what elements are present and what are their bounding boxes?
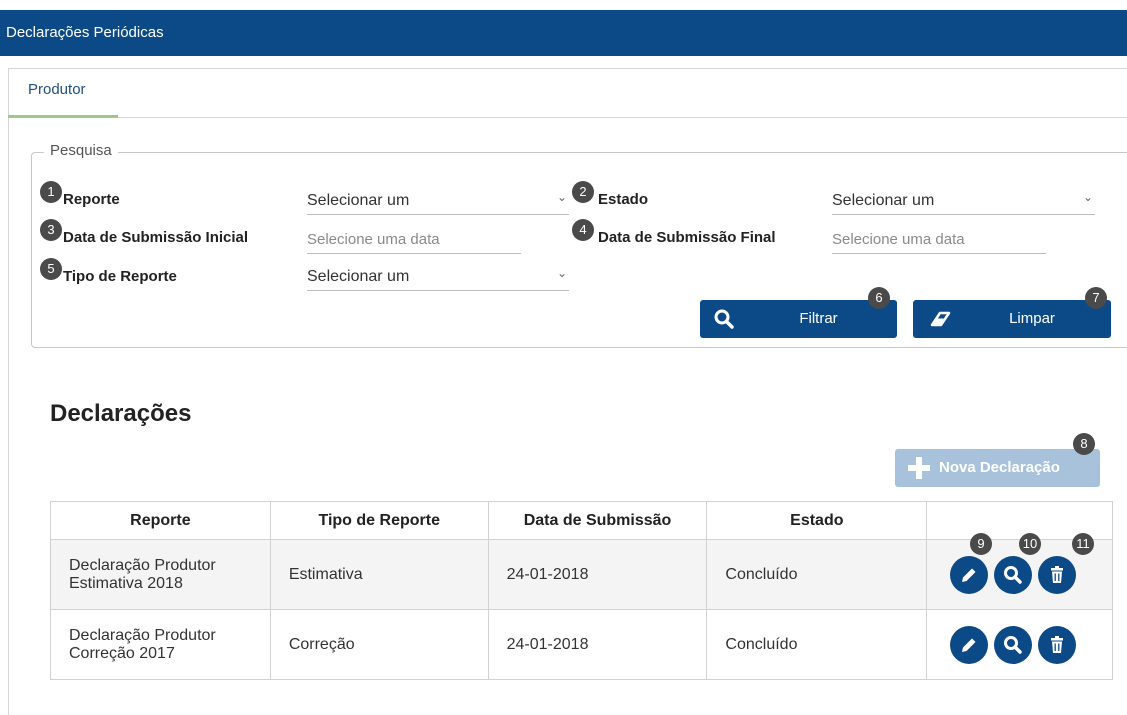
tab-divider [118, 117, 1127, 118]
table-row: Declaração Produtor Estimativa 2018 Esti… [50, 539, 1113, 610]
tipo-reporte-label: Tipo de Reporte [63, 268, 177, 285]
clear-button-label: Limpar [1009, 310, 1055, 327]
cell-reporte: Declaração Produtor Correção 2017 [50, 609, 271, 680]
edit-button[interactable] [950, 556, 989, 594]
tab-produtor[interactable]: Produtor [8, 68, 118, 118]
marker-6: 6 [868, 287, 890, 309]
data-final-label: Data de Submissão Final [598, 229, 776, 246]
declarations-title: Declarações [50, 400, 192, 427]
tipo-reporte-select-value: Selecionar um [307, 268, 410, 285]
declarations-table: Reporte Tipo de Reporte Data de Submissã… [50, 501, 1113, 680]
marker-11: 11 [1072, 533, 1094, 555]
cell-estado: Concluído [706, 539, 928, 610]
cell-estado: Concluído [706, 609, 928, 680]
cell-reporte-line1: Declaração Produtor [69, 626, 216, 644]
window-title: Declarações Periódicas [6, 24, 164, 41]
data-final-input[interactable]: Selecione uma data [832, 226, 1046, 254]
cell-actions [926, 609, 1113, 680]
marker-9: 9 [970, 533, 992, 555]
column-header-reporte[interactable]: Reporte [50, 501, 271, 540]
cell-reporte-line1: Declaração Produtor [69, 556, 216, 574]
delete-button[interactable] [1038, 626, 1077, 664]
cell-reporte: Declaração Produtor Estimativa 2018 [50, 539, 271, 610]
reporte-select-value: Selecionar um [307, 192, 410, 209]
edit-button[interactable] [950, 626, 989, 664]
estado-label: Estado [598, 191, 649, 208]
tipo-reporte-select[interactable]: Selecionar um ⌄ [307, 263, 569, 291]
data-final-placeholder: Selecione uma data [832, 231, 965, 248]
marker-4: 4 [572, 219, 594, 241]
marker-5: 5 [40, 258, 62, 280]
column-header-tipo[interactable]: Tipo de Reporte [269, 501, 489, 540]
data-inicial-placeholder: Selecione uma data [307, 231, 440, 248]
search-legend: Pesquisa [44, 142, 118, 159]
column-header-estado[interactable]: Estado [706, 501, 928, 540]
view-button[interactable] [994, 556, 1033, 594]
new-declaration-label: Nova Declaração [939, 459, 1060, 476]
cell-data: 24-01-2018 [487, 539, 708, 610]
view-button[interactable] [994, 626, 1033, 664]
app-header: Declarações Periódicas [0, 10, 1127, 56]
cell-tipo: Correção [269, 609, 489, 680]
data-inicial-input[interactable]: Selecione uma data [307, 226, 521, 254]
estado-select-value: Selecionar um [832, 192, 935, 209]
cell-data: 24-01-2018 [487, 609, 708, 680]
column-header-data[interactable]: Data de Submissão [487, 501, 708, 540]
chevron-down-icon: ⌄ [1082, 190, 1093, 204]
cell-reporte-line2: Correção 2017 [69, 644, 175, 662]
marker-8: 8 [1073, 433, 1095, 455]
filter-button[interactable]: Filtrar [700, 300, 897, 338]
chevron-down-icon: ⌄ [556, 266, 567, 280]
reporte-label: Reporte [63, 191, 120, 208]
estado-select[interactable]: Selecionar um ⌄ [832, 187, 1095, 215]
marker-1: 1 [40, 181, 62, 203]
tab-label: Produtor [28, 81, 86, 98]
table-header-row: Reporte Tipo de Reporte Data de Submissã… [50, 501, 1113, 540]
data-inicial-label: Data de Submissão Inicial [63, 229, 249, 246]
new-declaration-button[interactable]: Nova Declaração [895, 449, 1100, 487]
marker-3: 3 [40, 219, 62, 241]
reporte-select[interactable]: Selecionar um ⌄ [307, 187, 569, 215]
marker-10: 10 [1019, 533, 1041, 555]
delete-button[interactable] [1038, 556, 1077, 594]
filter-button-label: Filtrar [799, 310, 838, 327]
plus-icon [907, 449, 931, 502]
clear-button[interactable]: Limpar [913, 300, 1111, 338]
cell-tipo: Estimativa [269, 539, 489, 610]
chevron-down-icon: ⌄ [556, 190, 567, 204]
table-row: Declaração Produtor Correção 2017 Correç… [50, 609, 1113, 680]
marker-7: 7 [1085, 287, 1107, 309]
cell-reporte-line2: Estimativa 2018 [69, 574, 183, 592]
marker-2: 2 [572, 181, 594, 203]
